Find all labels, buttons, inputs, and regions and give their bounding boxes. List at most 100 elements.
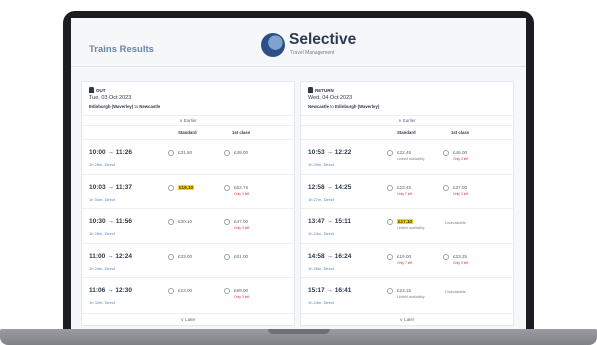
standard-column-header: Standard	[397, 130, 416, 135]
earlier-button[interactable]: ∧ Earlier	[82, 115, 294, 126]
standard-fare-option[interactable]: £23.15 Limited availability	[387, 286, 435, 302]
radio-button[interactable]	[443, 150, 449, 156]
first-class-fare-option[interactable]: £61.00	[224, 252, 272, 268]
radio-button[interactable]	[168, 288, 174, 294]
journey-duration-link[interactable]: 1h 26m, Direct	[308, 266, 334, 271]
standard-fare-option[interactable]: £30.10	[168, 217, 216, 233]
standard-fare-price: £19.10	[178, 184, 195, 190]
radio-button[interactable]	[224, 150, 230, 156]
standard-fare-option[interactable]: £31.50	[168, 148, 216, 164]
first-class-fare-note: Only 3 left	[453, 191, 469, 196]
journey-duration-link[interactable]: 1h 27m, Direct	[308, 197, 334, 202]
standard-fare-option[interactable]: £33.00	[168, 252, 216, 268]
later-button[interactable]: ∨ Later	[82, 313, 294, 325]
first-class-fare-price: £46.00	[453, 150, 468, 155]
radio-button[interactable]	[387, 150, 393, 156]
radio-button[interactable]	[387, 184, 393, 191]
radio-button[interactable]	[443, 184, 449, 191]
brand-logo: Selective Travel Management	[261, 28, 381, 60]
return-label: RETURN	[308, 87, 334, 93]
first-class-fare-price: £37.00	[453, 184, 468, 190]
later-button[interactable]: ∨ Later	[301, 313, 513, 325]
first-class-fare-option: Unavailable	[443, 286, 491, 302]
standard-fare-price: £23.00	[178, 288, 193, 293]
first-class-fare-option[interactable]: £69.00 Only 3 left	[224, 286, 272, 302]
standard-fare-option[interactable]: £19.00 Only 7 left	[387, 252, 435, 268]
laptop-notch	[268, 329, 330, 334]
journey-duration-link[interactable]: 1h 29m, Direct	[308, 162, 334, 167]
journey-row: 10:30 → 11:56 1h 26m, Direct £30.10 £47.00 O…	[82, 208, 294, 238]
standard-fare-option[interactable]: £19.10	[168, 183, 216, 199]
journey-row: 10:53 → 12:22 1h 29m, Direct £22.45 Limited…	[301, 139, 513, 169]
standard-fare-price: £30.10	[178, 219, 193, 224]
first-class-fare-note: Only 3 left	[234, 226, 250, 230]
first-class-column-header: 1st class	[232, 130, 251, 135]
radio-button[interactable]	[224, 219, 230, 225]
outbound-date: Tue, 03 Oct 2023	[89, 95, 132, 101]
journey-duration-link[interactable]: 1h 24m, Direct	[308, 231, 334, 236]
page-title: Trains Results	[89, 44, 154, 55]
first-class-fare-option[interactable]: £33.25 Only 3 left	[443, 252, 491, 268]
standard-fare-price: £33.00	[178, 253, 193, 259]
radio-button[interactable]	[168, 219, 174, 225]
standard-fare-price: £22.45	[397, 150, 412, 155]
first-class-fare-option[interactable]: £37.00 Only 3 left	[443, 183, 491, 199]
standard-fare-option[interactable]: £23.45 Only 7 left	[387, 183, 435, 199]
journey-time: 10:00 → 11:26	[89, 149, 133, 156]
radio-button[interactable]	[224, 288, 230, 294]
first-class-fare-option: Unavailable	[443, 217, 491, 233]
first-class-fare-option[interactable]: £46.00 Only 3 left	[443, 148, 491, 164]
first-class-unavailable: Unavailable	[445, 220, 466, 225]
first-class-fare-price: £61.00	[234, 253, 249, 259]
standard-fare-price: £19.00	[397, 253, 412, 259]
journey-duration-link[interactable]: 1h 24m, Direct	[308, 300, 334, 305]
journey-duration-link[interactable]: 1h 34m, Direct	[89, 197, 115, 202]
train-icon	[308, 87, 313, 93]
first-class-fare-option[interactable]: £47.00 Only 3 left	[224, 217, 272, 233]
journey-duration-link[interactable]: 1h 32m, Direct	[89, 300, 115, 305]
first-class-fare-note: Only 3 left	[453, 260, 469, 265]
first-class-fare-option[interactable]: £62.75 Only 3 left	[224, 183, 272, 199]
journey-row: 14:58 → 16:24 1h 26m, Direct £19.00 Only 7 …	[301, 242, 513, 273]
outbound-route: Edinburgh (Waverley) to Newcastle	[89, 104, 161, 109]
earlier-button[interactable]: ∧ Earlier	[301, 115, 513, 126]
standard-fare-price: £17.10	[397, 219, 414, 224]
radio-button[interactable]	[224, 184, 230, 191]
journey-duration-link[interactable]: 1h 26m, Direct	[89, 231, 115, 236]
radio-button[interactable]	[168, 184, 174, 191]
radio-button[interactable]	[443, 253, 449, 260]
laptop-screen: Trains Results Selective Travel Manageme…	[71, 18, 526, 329]
radio-button[interactable]	[387, 219, 393, 225]
radio-button[interactable]	[168, 150, 174, 156]
radio-button[interactable]	[387, 253, 393, 260]
journey-time: 12:58 → 14:25	[308, 183, 352, 191]
standard-fare-note: Limited availability	[397, 157, 425, 161]
journey-duration-link[interactable]: 1h 26m, Direct	[89, 162, 115, 167]
standard-fare-option[interactable]: £17.10 Limited availability	[387, 217, 435, 233]
outbound-label: OUT	[89, 87, 106, 93]
journey-duration-link[interactable]: 1h 24m, Direct	[89, 266, 115, 271]
standard-column-header: Standard	[178, 130, 197, 135]
journey-time: 14:58 → 16:24	[308, 252, 352, 260]
journey-time: 10:03 → 11:37	[89, 183, 133, 191]
outbound-panel: OUT Tue, 03 Oct 2023 Edinburgh (Waverley…	[81, 81, 295, 326]
journey-row: 13:47 → 15:11 1h 24m, Direct £17.10 Limited…	[301, 208, 513, 238]
first-class-fare-price: £33.25	[453, 253, 468, 259]
standard-fare-note: Only 7 left	[397, 260, 413, 265]
first-class-fare-price: £69.00	[234, 288, 249, 293]
logo-name: Selective	[289, 31, 357, 48]
radio-button[interactable]	[224, 253, 230, 260]
standard-fare-option[interactable]: £23.00	[168, 286, 216, 302]
journey-time: 10:30 → 11:56	[89, 218, 133, 225]
journey-row: 11:00 → 12:24 1h 24m, Direct £33.00 £61.00	[82, 242, 294, 273]
journey-row: 10:00 → 11:26 1h 26m, Direct £31.50 £48.00	[82, 139, 294, 169]
journey-time: 10:53 → 12:22	[308, 149, 352, 156]
return-date: Wed, 04 Oct 2023	[308, 95, 353, 101]
first-class-fare-option[interactable]: £48.00	[224, 148, 272, 164]
journey-time: 11:00 → 12:24	[89, 252, 133, 260]
first-class-unavailable: Unavailable	[445, 289, 466, 294]
radio-button[interactable]	[168, 253, 174, 260]
return-route: Newcastle to Edinburgh (Waverley)	[308, 104, 380, 109]
standard-fare-option[interactable]: £22.45 Limited availability	[387, 148, 435, 164]
radio-button[interactable]	[387, 288, 393, 294]
